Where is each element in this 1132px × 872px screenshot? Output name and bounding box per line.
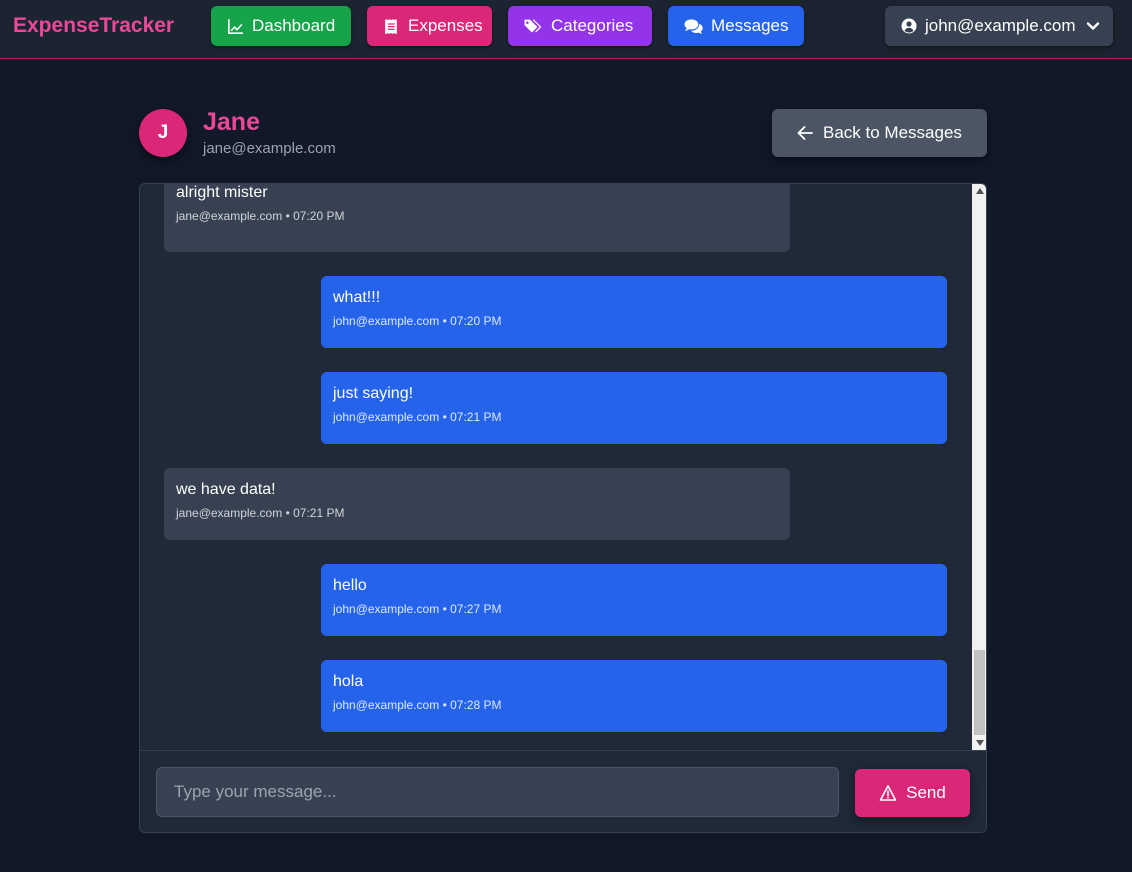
- message-meta: jane@example.com • 07:20 PM: [176, 209, 345, 223]
- scroll-down-arrow-icon[interactable]: [972, 736, 986, 750]
- contact-avatar: J: [139, 109, 187, 157]
- message-text: hello: [333, 577, 367, 594]
- message-input[interactable]: [156, 767, 839, 817]
- message-text: just saying!: [333, 385, 414, 402]
- message-bubble: hola john@example.com • 07:28 PM: [321, 660, 947, 732]
- nav-categories-label: Categories: [551, 16, 634, 35]
- nav-messages-label: Messages: [711, 16, 789, 35]
- nav-expenses-label: Expenses: [408, 16, 483, 35]
- message-list-scrollbar[interactable]: [972, 184, 986, 750]
- nav-expenses-button[interactable]: Expenses: [367, 6, 492, 46]
- tags-icon: [524, 19, 542, 33]
- arrow-left-icon: [797, 126, 813, 140]
- message-meta: john@example.com • 07:27 PM: [333, 602, 502, 616]
- message-bubble: just saying! john@example.com • 07:21 PM: [321, 372, 947, 444]
- back-to-messages-label: Back to Messages: [823, 123, 962, 142]
- send-label: Send: [906, 783, 946, 802]
- message-bubble: we have data! jane@example.com • 07:21 P…: [164, 468, 790, 540]
- chart-line-icon: [228, 18, 243, 34]
- user-circle-icon: [901, 18, 917, 34]
- back-to-messages-button[interactable]: Back to Messages: [772, 109, 987, 157]
- contact-name: Jane: [203, 108, 260, 136]
- scrollbar-thumb[interactable]: [974, 650, 985, 735]
- scroll-up-arrow-icon[interactable]: [972, 184, 986, 198]
- message-meta: john@example.com • 07:20 PM: [333, 314, 502, 328]
- message-text: alright mister: [176, 184, 268, 201]
- message-meta: jane@example.com • 07:21 PM: [176, 506, 345, 520]
- chevron-down-icon: [1086, 22, 1099, 30]
- message-meta: john@example.com • 07:21 PM: [333, 410, 502, 424]
- nav-categories-button[interactable]: Categories: [508, 6, 652, 46]
- message-text: what!!!: [333, 289, 381, 306]
- user-email: john@example.com: [925, 16, 1076, 35]
- warning-triangle-icon: [879, 785, 897, 801]
- user-menu-dropdown[interactable]: john@example.com: [885, 6, 1113, 46]
- nav-dashboard-button[interactable]: Dashboard: [211, 6, 351, 46]
- nav-dashboard-label: Dashboard: [252, 16, 336, 35]
- contact-email: jane@example.com: [203, 140, 336, 157]
- message-text: we have data!: [176, 481, 276, 498]
- nav-messages-button[interactable]: Messages: [668, 6, 804, 46]
- chat-panel: alright mister jane@example.com • 07:20 …: [139, 183, 987, 833]
- message-meta: john@example.com • 07:28 PM: [333, 698, 502, 712]
- message-bubble: what!!! john@example.com • 07:20 PM: [321, 276, 947, 348]
- comments-icon: [684, 18, 703, 34]
- navbar: ExpenseTracker Dashboard Expenses Catego…: [0, 0, 1132, 59]
- message-bubble: alright mister jane@example.com • 07:20 …: [164, 184, 790, 252]
- message-list[interactable]: alright mister jane@example.com • 07:20 …: [140, 184, 972, 750]
- send-button[interactable]: Send: [855, 769, 970, 817]
- message-composer: Send: [140, 750, 986, 832]
- message-bubble: hello john@example.com • 07:27 PM: [321, 564, 947, 636]
- message-text: hola: [333, 673, 364, 690]
- receipt-icon: [385, 18, 397, 34]
- brand-logo[interactable]: ExpenseTracker: [13, 14, 174, 38]
